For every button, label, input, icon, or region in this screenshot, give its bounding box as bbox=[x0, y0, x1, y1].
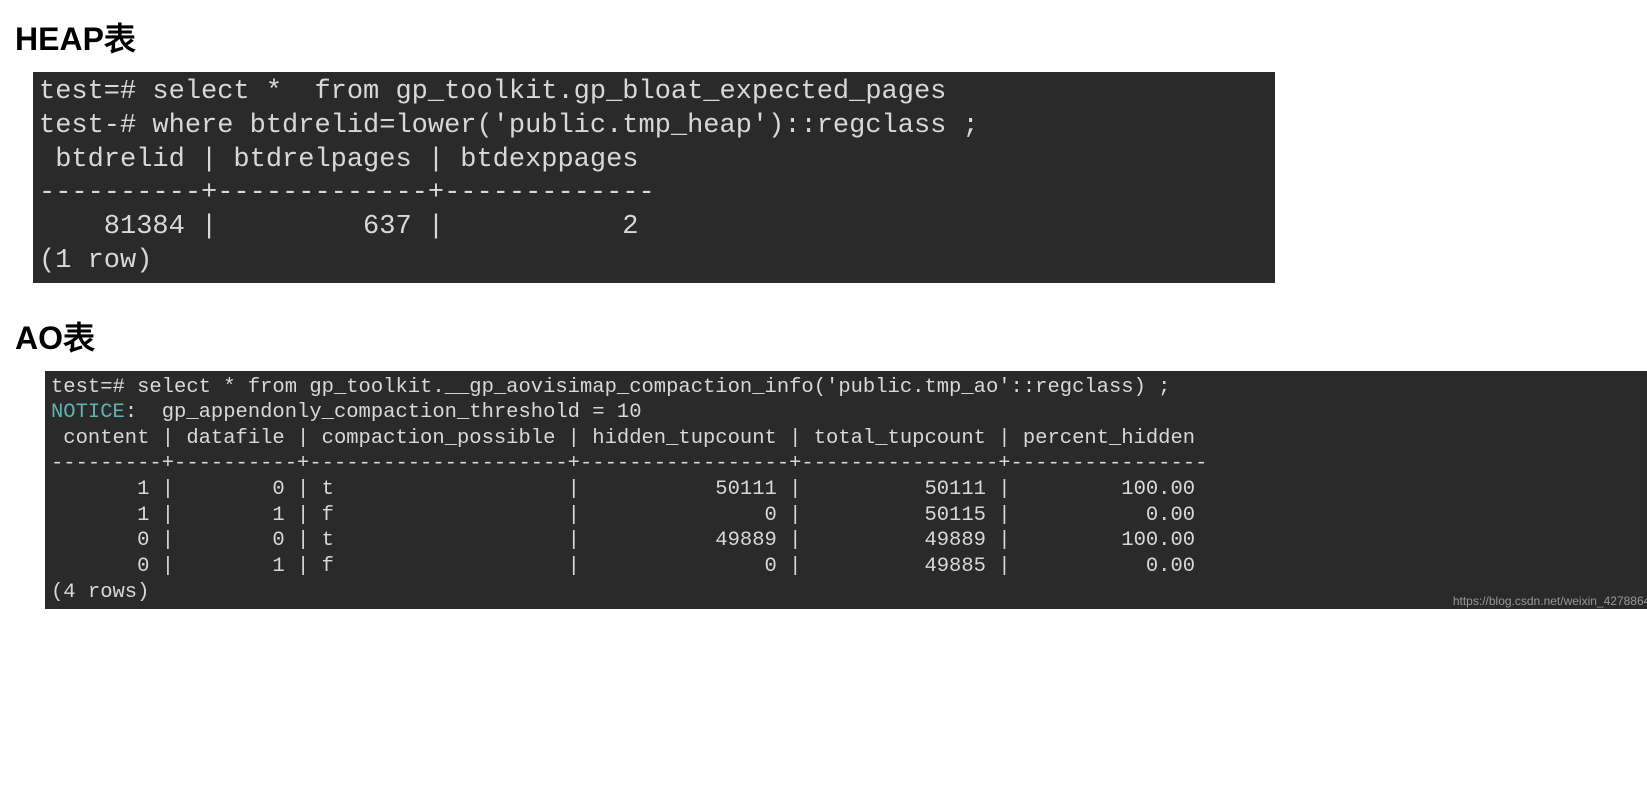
ao-table-row: 0 | 0 | t | 49889 | 49889 | 100.00 bbox=[51, 529, 1195, 552]
notice-text: : gp_appendonly_compaction_threshold = 1… bbox=[125, 401, 642, 424]
ao-table-row: 0 | 1 | f | 0 | 49885 | 0.00 bbox=[51, 555, 1195, 578]
ao-table-separator: ---------+----------+-------------------… bbox=[51, 452, 1207, 475]
heap-section-title: HEAP表 bbox=[15, 14, 1632, 60]
notice-label: NOTICE bbox=[51, 401, 125, 424]
ao-table-footer: (4 rows) bbox=[51, 581, 149, 604]
ao-terminal-output: test=# select * from gp_toolkit.__gp_aov… bbox=[45, 371, 1647, 610]
ao-query-line: test=# select * from gp_toolkit.__gp_aov… bbox=[51, 376, 1170, 399]
ao-table-row: 1 | 1 | f | 0 | 50115 | 0.00 bbox=[51, 504, 1195, 527]
ao-section-title: AO表 bbox=[15, 313, 1632, 359]
ao-table-row: 1 | 0 | t | 50111 | 50111 | 100.00 bbox=[51, 478, 1195, 501]
watermark-text: https://blog.csdn.net/weixin_42788640 bbox=[1453, 594, 1647, 609]
heap-terminal-output: test=# select * from gp_toolkit.gp_bloat… bbox=[33, 72, 1275, 283]
ao-table-header: content | datafile | compaction_possible… bbox=[51, 427, 1195, 450]
